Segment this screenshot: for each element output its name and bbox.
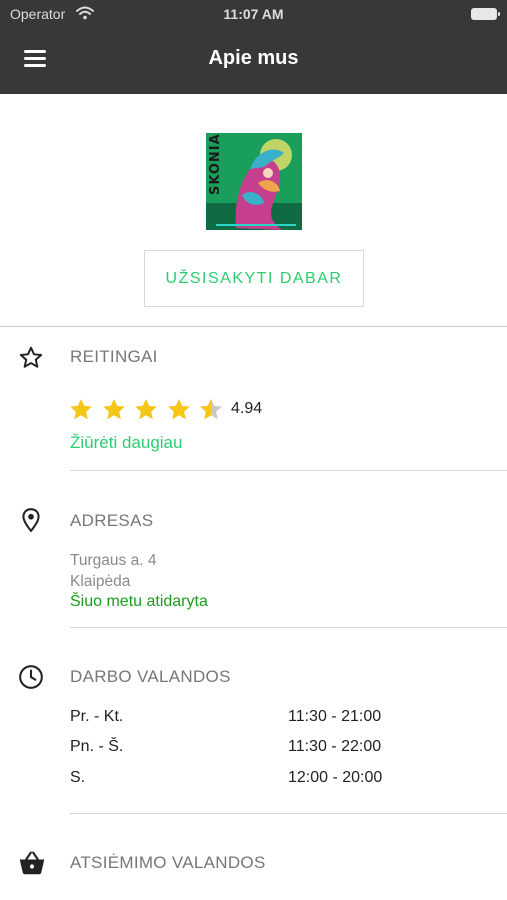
hours-day: Pn. - Š. xyxy=(70,738,124,755)
page-title: Apie mus xyxy=(208,47,299,69)
hours-time: 11:30 - 21:00 xyxy=(288,708,382,725)
battery-icon xyxy=(471,8,500,20)
section-divider xyxy=(70,470,507,471)
status-bar: Operator 11:07 AM xyxy=(0,0,507,28)
hours-day: Pr. - Kt. xyxy=(70,708,124,725)
hours-time: 12:00 - 20:00 xyxy=(288,769,383,786)
address-heading: ADRESAS xyxy=(70,511,154,530)
order-now-button[interactable]: UŽSISAKYTI DABAR xyxy=(144,250,364,307)
address-city: Klaipėda xyxy=(70,573,131,590)
address-street: Turgaus a. 4 xyxy=(70,552,157,569)
hours-row: S. 12:00 - 20:00 xyxy=(70,769,490,791)
restaurant-logo: SKONIAI xyxy=(206,133,302,230)
pickup-hours-heading: ATSIĖMIMO VALANDOS xyxy=(70,853,266,872)
star-filled-icon xyxy=(135,398,157,420)
work-hours-heading: DARBO VALANDOS xyxy=(70,667,231,686)
hours-day: S. xyxy=(70,769,86,786)
open-status: Šiuo metu atidaryta xyxy=(70,593,208,610)
logo-text: SKONIAI xyxy=(208,133,223,195)
clock-icon xyxy=(18,664,44,690)
star-half-icon xyxy=(200,398,222,420)
star-rating xyxy=(68,397,231,423)
section-divider xyxy=(0,326,507,327)
hours-time: 11:30 - 22:00 xyxy=(288,738,382,755)
hours-row: Pr. - Kt. 11:30 - 21:00 xyxy=(70,708,490,730)
top-bar: Operator 11:07 AM Apie mus xyxy=(0,0,507,94)
section-divider xyxy=(70,627,507,628)
basket-icon xyxy=(18,850,45,876)
location-pin-icon xyxy=(18,507,44,533)
see-more-link[interactable]: Žiūrėti daugiau xyxy=(70,433,182,453)
status-time: 11:07 AM xyxy=(223,6,284,22)
star-filled-icon xyxy=(70,398,92,420)
star-outline-icon xyxy=(18,345,44,371)
rating-value: 4.94 xyxy=(231,400,263,417)
ratings-heading: REITINGAI xyxy=(70,347,158,366)
star-filled-icon xyxy=(102,398,125,420)
hours-row: Pn. - Š. 11:30 - 22:00 xyxy=(70,738,490,760)
star-filled-icon xyxy=(167,398,190,420)
section-divider xyxy=(70,813,507,814)
